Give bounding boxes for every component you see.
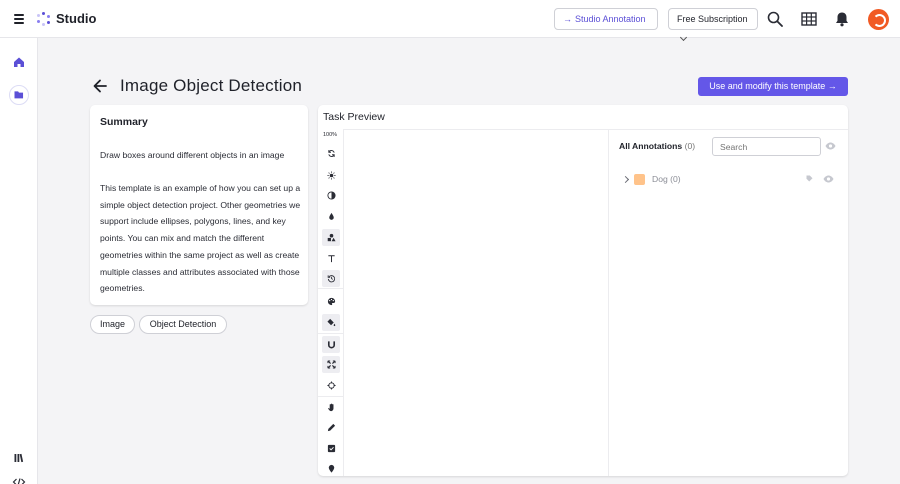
page-title: Image Object Detection bbox=[120, 76, 303, 95]
hand-icon[interactable] bbox=[322, 399, 340, 416]
folder-nav-button[interactable] bbox=[9, 85, 29, 105]
avatar[interactable] bbox=[868, 9, 889, 30]
magnet-icon[interactable] bbox=[322, 336, 340, 353]
expand-icon[interactable] bbox=[322, 356, 340, 373]
use-template-button[interactable]: Use and modify this template → bbox=[698, 77, 848, 96]
annotations-panel: All Annotations (0) Dog (0) bbox=[608, 129, 848, 476]
studio-logo-icon bbox=[37, 12, 51, 26]
search-icon[interactable] bbox=[767, 11, 783, 27]
summary-description: Draw boxes around different objects in a… bbox=[100, 150, 285, 160]
palette-icon[interactable] bbox=[322, 293, 340, 310]
task-preview-card: Task Preview 100% All Annotations (0) Se… bbox=[318, 105, 848, 476]
zoom-level: 100% bbox=[323, 132, 338, 138]
bell-icon[interactable] bbox=[834, 11, 850, 27]
arrow-right-icon: → bbox=[563, 14, 572, 24]
summary-body: This template is an example of how you c… bbox=[100, 183, 301, 294]
tag-icon[interactable] bbox=[806, 175, 813, 182]
brand-name[interactable]: Studio bbox=[56, 11, 96, 26]
expand-chevron-icon[interactable] bbox=[621, 175, 630, 184]
task-preview-title: Task Preview bbox=[323, 111, 385, 123]
class-visibility-eye-icon[interactable] bbox=[823, 175, 834, 183]
rotate-icon[interactable] bbox=[322, 145, 340, 162]
brightness-icon[interactable] bbox=[322, 167, 340, 184]
library-icon[interactable] bbox=[9, 448, 29, 468]
summary-title: Summary bbox=[100, 116, 148, 128]
contrast-icon[interactable] bbox=[322, 187, 340, 204]
back-arrow-icon[interactable] bbox=[93, 78, 107, 94]
summary-card: Summary Draw boxes around different obje… bbox=[90, 105, 308, 305]
tag-object-detection[interactable]: Object Detection bbox=[139, 315, 227, 334]
top-bar: Studio → Studio Annotation Free Subscript… bbox=[0, 0, 900, 42]
menu-icon[interactable] bbox=[14, 14, 24, 24]
code-icon[interactable] bbox=[9, 472, 29, 484]
left-rail bbox=[0, 38, 38, 484]
folder-icon bbox=[14, 91, 24, 99]
fill-icon[interactable] bbox=[322, 314, 340, 331]
class-color-swatch bbox=[634, 174, 645, 185]
text-icon[interactable] bbox=[322, 250, 340, 267]
crosshair-icon[interactable] bbox=[322, 377, 340, 394]
all-annotations-header: All Annotations (0) bbox=[619, 141, 696, 151]
chevron-down-icon bbox=[679, 33, 688, 42]
shapes-icon[interactable] bbox=[322, 229, 340, 246]
saturation-icon[interactable] bbox=[322, 208, 340, 225]
studio-annotation-button[interactable]: → Studio Annotation bbox=[554, 8, 658, 30]
annotation-toolbar: 100% bbox=[318, 129, 344, 476]
subscription-dropdown[interactable]: Free Subscription bbox=[668, 8, 758, 42]
class-item-dog[interactable]: Dog (0) bbox=[652, 174, 681, 184]
annotations-search-input[interactable] bbox=[712, 137, 821, 156]
tag-image[interactable]: Image bbox=[90, 315, 135, 334]
eye-icon[interactable] bbox=[825, 142, 836, 150]
pen-icon[interactable] bbox=[322, 419, 340, 436]
checkbox-icon[interactable] bbox=[322, 440, 340, 457]
apps-grid-icon[interactable] bbox=[801, 11, 817, 27]
annotations-count: (0) bbox=[684, 141, 696, 151]
history-icon[interactable] bbox=[322, 270, 340, 287]
home-icon[interactable] bbox=[9, 52, 29, 72]
keypoint-icon[interactable] bbox=[322, 460, 340, 476]
